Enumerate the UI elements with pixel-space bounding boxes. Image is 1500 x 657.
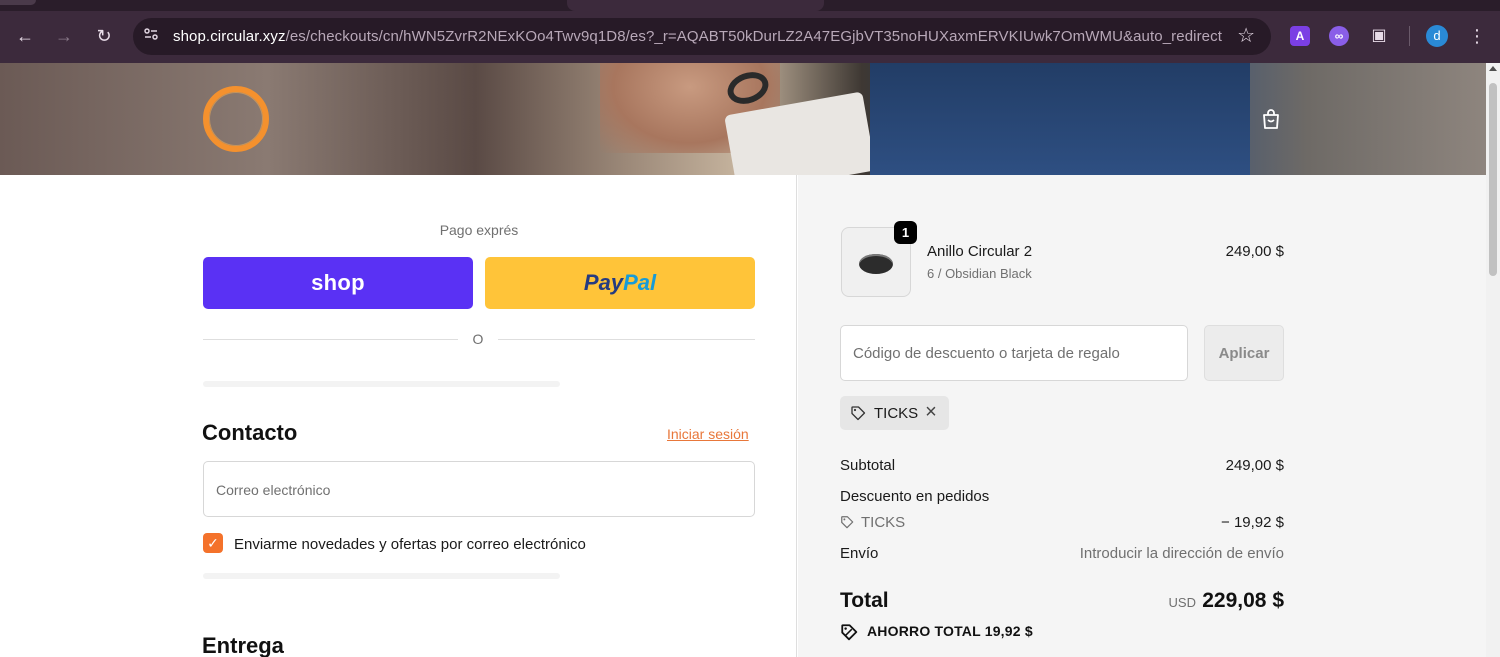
discount-tag-icon [840, 515, 854, 529]
subtotal-label: Subtotal [840, 457, 896, 474]
express-checkout-label: Pago exprés [439, 222, 519, 238]
order-discount-label: Descuento en pedidos [840, 488, 990, 505]
discount-code-label: TICKS [861, 514, 906, 531]
product-variant: 6 / Obsidian Black [927, 266, 1032, 281]
toolbar-divider [1409, 26, 1410, 46]
remove-discount-icon[interactable]: × [922, 402, 940, 422]
tab-strip [0, 0, 1500, 11]
shipping-label: Envío [840, 545, 879, 562]
url-path: /es/checkouts/cn/hWN5ZvrR2NExKOo4Twv9q1D… [285, 28, 1223, 45]
checkout-form: Pago exprés shop PayPal O Contacto Inici… [0, 175, 797, 657]
newsletter-checkbox[interactable]: ✓ [203, 533, 223, 553]
extension-link-icon[interactable]: ∞ [1329, 26, 1349, 46]
profile-avatar[interactable]: d [1426, 25, 1448, 47]
hero-jeans [870, 63, 1250, 175]
discount-value: − 19,92 $ [1221, 514, 1284, 531]
quantity-badge: 1 [894, 221, 917, 244]
url-host: shop.circular.xyz [173, 28, 286, 45]
tab-active[interactable] [567, 0, 824, 11]
scrollbar-thumb[interactable] [1489, 83, 1497, 276]
extensions-puzzle-icon[interactable]: ▣ [1369, 26, 1389, 46]
forward-arrow-icon[interactable]: → [52, 24, 76, 48]
paypal-pal-text: Pal [623, 270, 657, 295]
bookmark-star-icon[interactable]: ☆ [1237, 25, 1255, 47]
discount-code-input[interactable]: Código de descuento o tarjeta de regalo [840, 325, 1188, 381]
newsletter-label: Enviarme novedades y ofertas por correo … [234, 536, 586, 553]
browser-menu-icon[interactable]: ⋮ [1468, 24, 1486, 48]
back-arrow-icon[interactable]: ← [13, 24, 37, 48]
applied-discount-chip: TICKS × [840, 396, 949, 430]
subtotal-value: 249,00 $ [1225, 457, 1284, 474]
total-value: 229,08 $ [1202, 589, 1284, 612]
section-separator [203, 381, 560, 387]
contact-heading: Contacto [202, 420, 298, 445]
product-name: Anillo Circular 2 [927, 243, 1033, 260]
section-separator [203, 573, 560, 579]
apply-discount-button[interactable]: Aplicar [1204, 325, 1284, 381]
extension-a-icon[interactable]: A [1290, 26, 1310, 46]
paypal-button[interactable]: PayPal [485, 257, 755, 309]
or-divider-left [203, 339, 458, 340]
ring-product-image [859, 254, 893, 274]
url-text[interactable]: shop.circular.xyz/es/checkouts/cn/hWN5Zv… [173, 28, 1223, 45]
login-link[interactable]: Iniciar sesión [667, 426, 749, 442]
total-savings: AHORRO TOTAL 19,92 $ [867, 623, 1033, 639]
order-summary: 1 Anillo Circular 2 6 / Obsidian Black 2… [798, 175, 1486, 657]
tab-inactive[interactable] [0, 0, 36, 5]
savings-tag-icon [840, 623, 858, 641]
reload-icon[interactable]: ↻ [92, 24, 116, 48]
shop-pay-label: shop [311, 270, 365, 295]
shop-pay-button[interactable]: shop [203, 257, 473, 309]
shopping-bag-icon[interactable] [1259, 107, 1283, 131]
scroll-up-arrow-icon[interactable] [1489, 66, 1497, 71]
site-settings-icon[interactable] [141, 26, 161, 46]
or-divider-text: O [472, 331, 484, 347]
email-field[interactable]: Correo electrónico [203, 461, 755, 517]
browser-toolbar: ← → ↻ shop.circular.xyz/es/checkouts/cn/… [0, 0, 1500, 63]
address-bar[interactable]: shop.circular.xyz/es/checkouts/cn/hWN5Zv… [133, 18, 1271, 55]
tag-icon [850, 405, 866, 421]
applied-discount-code: TICKS [874, 405, 919, 422]
product-price: 249,00 $ [1225, 243, 1284, 260]
or-divider-right [498, 339, 755, 340]
circular-logo[interactable] [203, 86, 269, 152]
shipping-value: Introducir la dirección de envío [1079, 545, 1284, 562]
total-currency: USD [1168, 595, 1196, 610]
delivery-heading: Entrega [202, 633, 284, 657]
paypal-pay-text: Pay [583, 270, 624, 295]
total-label: Total [840, 589, 889, 612]
